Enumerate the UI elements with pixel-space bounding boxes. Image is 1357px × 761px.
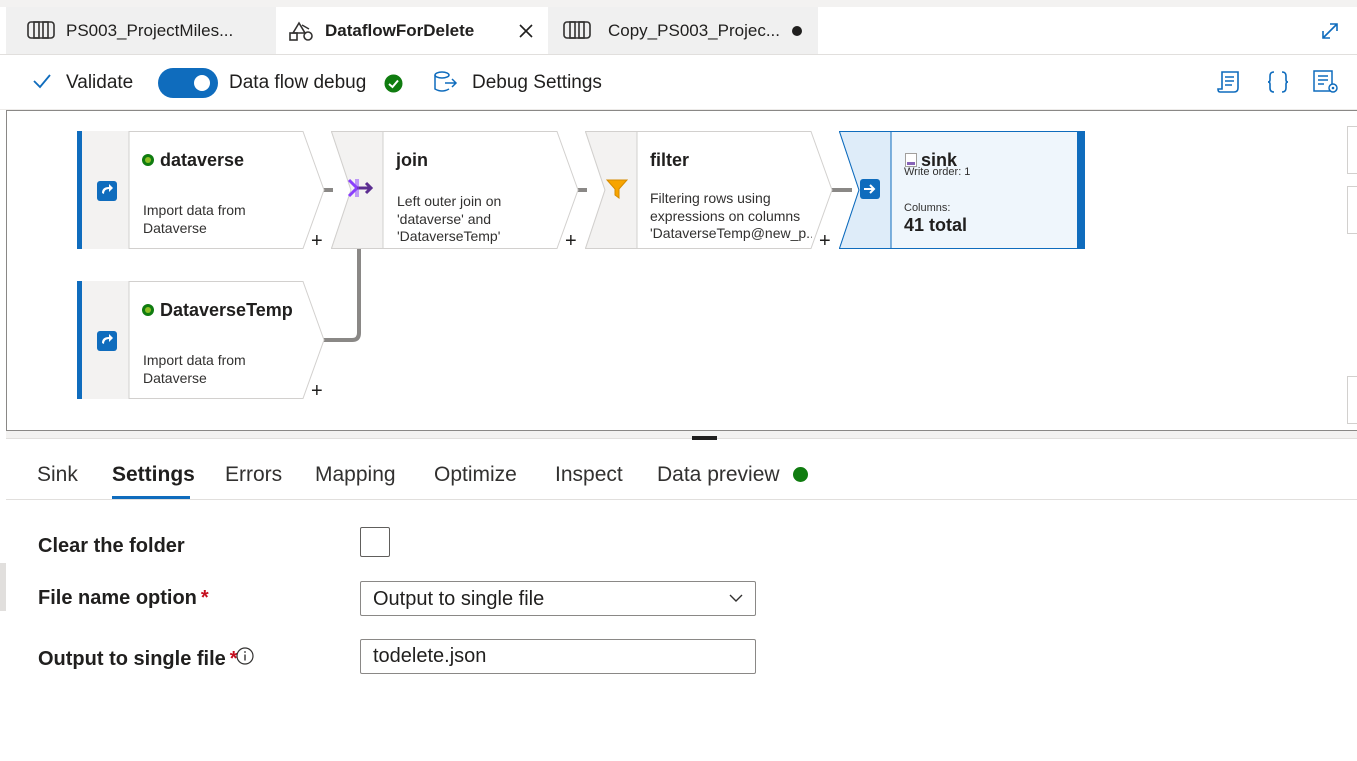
zoom-in-button[interactable]	[1347, 126, 1357, 174]
pipeline-icon	[26, 19, 56, 41]
filter-funnel-icon	[605, 177, 629, 201]
node-description: Filtering rows using expressions on colu…	[650, 190, 812, 241]
close-icon[interactable]	[517, 22, 535, 40]
debug-settings-label: Debug Settings	[472, 72, 602, 93]
info-icon[interactable]	[236, 647, 254, 665]
code-braces-icon[interactable]	[1266, 69, 1290, 95]
output-single-file-label: Output to single file *	[38, 648, 238, 671]
file-name-option-dropdown[interactable]: Output to single file	[360, 581, 756, 616]
columns-count: 41 total	[904, 215, 968, 235]
chevron-down-icon	[729, 594, 743, 603]
tab-sink[interactable]: Sink	[37, 463, 78, 487]
node-title: join	[396, 150, 428, 170]
dataflow-canvas[interactable]: dataverse Import data from Dataverse + j…	[6, 110, 1357, 431]
tab-label: Copy_PS003_Projec...	[608, 21, 780, 40]
tab-optimize[interactable]: Optimize	[434, 463, 517, 487]
data-preview-status-dot	[793, 467, 808, 482]
tab-data-preview[interactable]: Data preview	[657, 463, 780, 487]
tab-ps003-project-milestones[interactable]: PS003_ProjectMiles...	[6, 7, 276, 54]
debug-settings-button[interactable]: Debug Settings	[430, 55, 610, 110]
tab-inspect[interactable]: Inspect	[555, 463, 623, 487]
required-marker: *	[200, 587, 209, 609]
dataflow-toolbar: Validate Data flow debug Debug Settings	[0, 55, 1357, 110]
sink-node-sink[interactable]: sink Write order: 1 Columns: 41 total	[839, 131, 1085, 249]
output-single-file-input[interactable]	[360, 639, 756, 674]
properties-icon[interactable]	[1312, 69, 1340, 95]
selected-tab-indicator	[112, 496, 190, 499]
document-tab-strip: PS003_ProjectMiles... DataflowForDelete …	[0, 0, 1357, 55]
unsaved-changes-dot	[792, 26, 802, 36]
data-flow-debug-toggle[interactable]	[158, 68, 218, 98]
clear-folder-checkbox[interactable]	[360, 527, 390, 557]
tab-label: PS003_ProjectMiles...	[66, 21, 234, 40]
file-name-option-value: Output to single file	[373, 588, 545, 610]
node-title: DataverseTemp	[160, 300, 293, 320]
clear-folder-label: Clear the folder	[38, 535, 185, 557]
node-title: dataverse	[160, 150, 245, 170]
join-icon	[347, 177, 377, 199]
columns-label: Columns:	[904, 202, 951, 214]
transform-node-join[interactable]: join Left outer join on 'dataverse' and …	[331, 131, 579, 251]
toggle-knob	[194, 75, 210, 91]
source-dataset-icon	[97, 179, 117, 203]
tab-mapping[interactable]: Mapping	[315, 463, 396, 487]
file-name-option-text: File name option	[38, 587, 197, 609]
add-transformation-button[interactable]: +	[565, 231, 577, 251]
validate-label: Validate	[66, 72, 134, 93]
tab-dataflow-for-delete[interactable]: DataflowForDelete	[276, 7, 548, 54]
source-node-dataverse-temp[interactable]: DataverseTemp Import data from Dataverse…	[77, 281, 325, 401]
pipeline-icon	[562, 19, 592, 41]
tab-label: DataflowForDelete	[325, 21, 475, 40]
node-description: Import data from Dataverse	[143, 202, 246, 236]
tab-errors[interactable]: Errors	[225, 463, 282, 487]
zoom-out-button[interactable]	[1347, 186, 1357, 234]
fit-to-view-button[interactable]	[1347, 376, 1357, 424]
tab-strip-top-border	[0, 0, 1357, 7]
output-single-file-text: Output to single file	[38, 648, 226, 670]
transform-node-filter[interactable]: filter Filtering rows using expressions …	[585, 131, 833, 251]
left-edge-marker	[0, 563, 6, 611]
sink-dataset-icon	[860, 177, 880, 201]
dataflow-icon	[288, 19, 314, 43]
data-flow-debug-label: Data flow debug	[229, 72, 367, 93]
add-transformation-button[interactable]: +	[311, 231, 323, 251]
source-node-dataverse[interactable]: dataverse Import data from Dataverse +	[77, 131, 325, 251]
validate-button[interactable]: Validate	[30, 55, 140, 110]
checkmark-icon	[32, 73, 52, 89]
node-description: Import data from Dataverse	[143, 352, 246, 386]
write-order-label: Write order: 1	[904, 166, 971, 178]
expand-icon[interactable]	[1320, 21, 1340, 41]
add-transformation-button[interactable]: +	[311, 381, 323, 401]
node-title: filter	[650, 150, 690, 170]
script-icon[interactable]	[1216, 69, 1242, 95]
node-description: Left outer join on 'dataverse' and 'Data…	[397, 193, 502, 244]
file-name-option-label: File name option *	[38, 587, 209, 610]
debug-settings-icon	[432, 70, 458, 94]
tab-settings[interactable]: Settings	[112, 463, 195, 487]
pane-splitter[interactable]	[6, 431, 1357, 439]
json-file-icon	[905, 153, 917, 167]
dataverse-connector-icon	[141, 153, 155, 167]
properties-tab-bar: Sink Settings Errors Mapping Optimize In…	[6, 440, 1357, 500]
debug-status-check-icon	[384, 74, 403, 93]
tab-copy-ps003-project[interactable]: Copy_PS003_Projec...	[548, 7, 818, 54]
dataverse-connector-icon	[141, 303, 155, 317]
source-dataset-icon	[97, 329, 117, 353]
add-transformation-button[interactable]: +	[819, 231, 831, 251]
